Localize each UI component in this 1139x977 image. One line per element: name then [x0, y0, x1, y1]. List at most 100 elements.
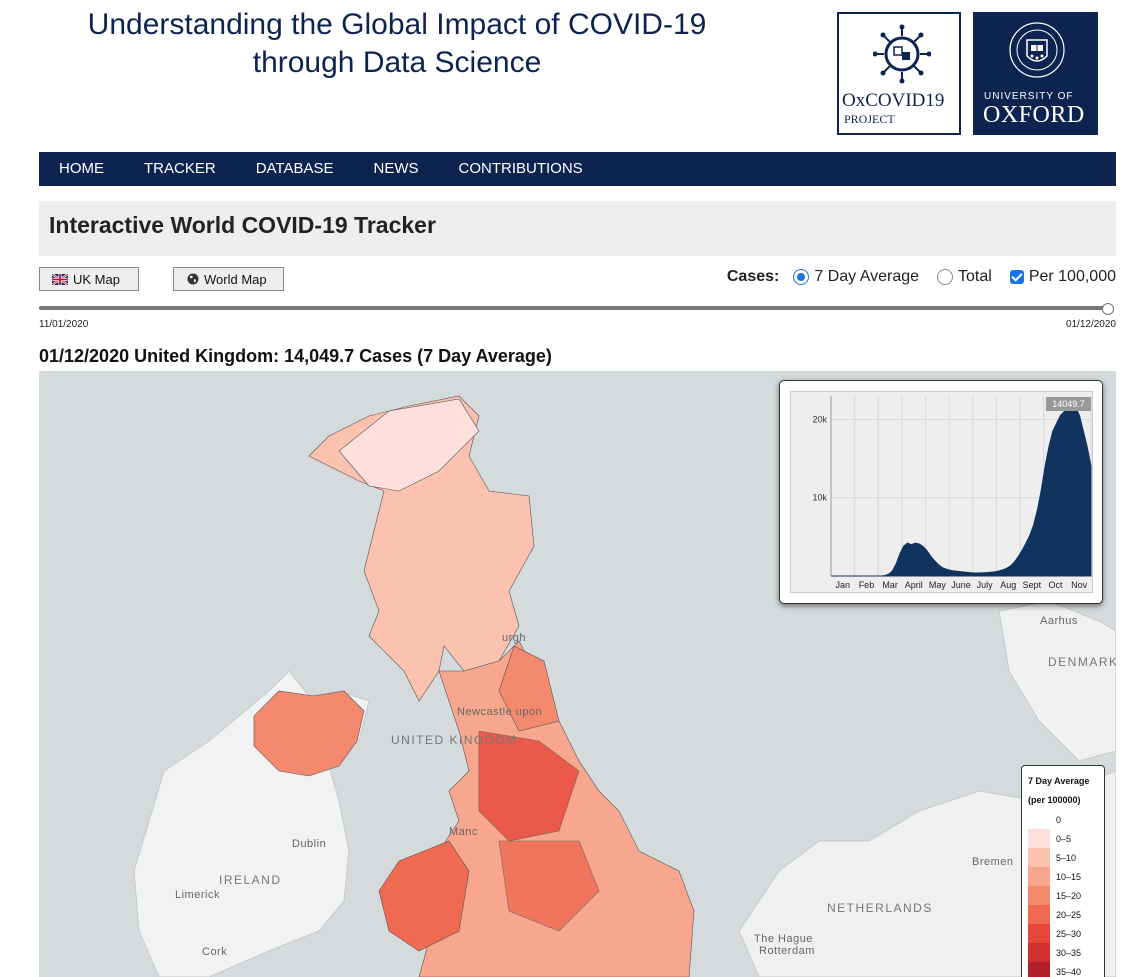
- legend-swatch: [1028, 867, 1050, 886]
- legend-label: 5–10: [1056, 852, 1077, 863]
- x-tick-label: Mar: [882, 580, 898, 590]
- oxcovid19-logo-name: OxCOVID19: [842, 90, 945, 111]
- map-label-rotterdam: Rotterdam: [759, 945, 815, 957]
- legend-swatch: [1028, 943, 1050, 962]
- nav-database[interactable]: DATABASE: [236, 152, 354, 186]
- legend-item: 0–5: [1028, 829, 1104, 848]
- site-title-line1: Understanding the Global Impact of COVID…: [87, 8, 707, 41]
- x-tick-label: Aug: [1000, 580, 1016, 590]
- map-label-cork: Cork: [202, 946, 228, 958]
- map-label-manchester: Manc: [449, 826, 478, 838]
- uk-map-button[interactable]: UK Map: [39, 267, 139, 291]
- legend-swatch: [1028, 905, 1050, 924]
- x-tick-label: July: [977, 580, 994, 590]
- page-heading-bar: Interactive World COVID-19 Tracker: [39, 201, 1116, 256]
- legend-item: 0: [1028, 810, 1104, 829]
- main-navbar: HOME TRACKER DATABASE NEWS CONTRIBUTIONS: [39, 152, 1116, 186]
- legend-item: 35–40: [1028, 962, 1104, 977]
- map-label-uk: UNITED KINGDOM: [391, 733, 518, 747]
- legend-label: 20–25: [1056, 909, 1082, 920]
- map-label-newcastle: Newcastle upon: [457, 706, 543, 718]
- legend-label: 0: [1056, 814, 1062, 825]
- radio-total[interactable]: [937, 269, 954, 285]
- slider-start-date: 11/01/2020: [39, 319, 89, 330]
- slider-end-date: 01/12/2020: [1065, 319, 1116, 330]
- x-tick-label: April: [905, 580, 923, 590]
- map-label-netherlands: NETHERLANDS: [827, 901, 933, 915]
- map-label-edinburgh: urgh: [502, 632, 527, 644]
- legend-label: 35–40: [1056, 966, 1082, 977]
- x-tick-label: Feb: [859, 580, 875, 590]
- oxford-crest-icon: [1009, 22, 1065, 78]
- x-tick-label: Jan: [836, 580, 851, 590]
- legend-item: 20–25: [1028, 905, 1104, 924]
- option-per-100000-label: Per 100,000: [1028, 268, 1116, 285]
- nav-contributions[interactable]: CONTRIBUTIONS: [439, 152, 603, 186]
- nav-news[interactable]: NEWS: [354, 152, 439, 186]
- legend-title-line1: 7 Day Average: [1028, 776, 1090, 786]
- x-tick-label: Oct: [1049, 580, 1064, 590]
- option-7-day-average-label: 7 Day Average: [814, 268, 920, 285]
- option-total-label: Total: [958, 268, 992, 285]
- legend-swatch: [1028, 924, 1050, 943]
- legend-rows: 0 0–5 5–10 10–15 15–20 20–25 25–30 30–35 35–40: [1028, 810, 1104, 977]
- cases-label: Cases:: [726, 268, 780, 285]
- uk-flag-icon: [52, 273, 68, 285]
- radio-7-day-average[interactable]: [793, 269, 810, 285]
- world-map-button[interactable]: World Map: [173, 267, 284, 291]
- oxcovid19-logo[interactable]: OxCOVID19 PROJECT: [837, 12, 961, 135]
- legend-label: 10–15: [1056, 871, 1082, 882]
- date-slider-track[interactable]: [39, 306, 1109, 310]
- cases-options: Cases: 7 Day Average Total Per 100,000: [727, 268, 1116, 286]
- option-total[interactable]: Total: [937, 268, 992, 286]
- legend-swatch: [1028, 962, 1050, 977]
- map-label-bremen: Bremen: [972, 856, 1014, 868]
- legend-item: 30–35: [1028, 943, 1104, 962]
- option-per-100000[interactable]: Per 100,000: [1009, 268, 1116, 286]
- map-title: 01/12/2020 United Kingdom: 14,049.7 Case…: [39, 346, 552, 366]
- legend-item: 5–10: [1028, 848, 1104, 867]
- site-title-line2: through Data Science: [252, 46, 542, 79]
- globe-icon: [187, 273, 199, 285]
- site-title: Understanding the Global Impact of COVID…: [40, 6, 754, 82]
- legend-label: 25–30: [1056, 928, 1082, 939]
- nav-tracker[interactable]: TRACKER: [124, 152, 236, 186]
- oxford-logo-name: OXFORD: [983, 102, 1085, 128]
- series-area: [831, 398, 1092, 577]
- oxford-logo-university-of: UNIVERSITY OF: [984, 91, 1074, 102]
- legend-swatch: [1028, 886, 1050, 905]
- map-legend: 7 Day Average (per 100000) 0 0–5 5–10 10–15…: [1021, 765, 1105, 977]
- oxcovid19-logo-project: PROJECT: [844, 112, 895, 126]
- map-label-limerick: Limerick: [175, 889, 220, 901]
- map-label-ireland: IRELAND: [219, 873, 282, 887]
- nav-home[interactable]: HOME: [39, 152, 124, 186]
- legend-label: 15–20: [1056, 890, 1082, 901]
- legend-item: 25–30: [1028, 924, 1104, 943]
- legend-swatch: [1028, 810, 1050, 829]
- oxford-logo[interactable]: UNIVERSITY OF OXFORD: [973, 12, 1098, 135]
- map-label-aarhus: Aarhus: [1040, 615, 1078, 627]
- page-title: Interactive World COVID-19 Tracker: [49, 212, 436, 238]
- legend-swatch: [1028, 848, 1050, 867]
- x-tick-label: Nov: [1071, 580, 1088, 590]
- legend-item: 15–20: [1028, 886, 1104, 905]
- uk-map-button-label: UK Map: [73, 271, 120, 287]
- x-tick-label: June: [951, 580, 971, 590]
- legend-title-line2: (per 100000): [1028, 795, 1081, 805]
- map-label-the-hague: The Hague: [754, 933, 813, 945]
- virus-icon: [873, 24, 931, 84]
- map-label-denmark: DENMARK: [1048, 655, 1116, 669]
- x-tick-label: May: [929, 580, 947, 590]
- legend-label: 30–35: [1056, 947, 1082, 958]
- y-tick-label: 20k: [812, 414, 827, 424]
- date-slider-thumb[interactable]: [1102, 303, 1114, 315]
- legend-swatch: [1028, 829, 1050, 848]
- trend-chart-popup: 10k 20k Jan Feb Mar April May June July Aug Sept Oc…: [779, 380, 1103, 604]
- checkbox-per-100000[interactable]: [1009, 270, 1024, 284]
- x-tick-label: Sept: [1023, 580, 1042, 590]
- world-map-button-label: World Map: [204, 271, 267, 287]
- option-7-day-average[interactable]: 7 Day Average: [793, 268, 919, 286]
- trend-chart-svg: 10k 20k Jan Feb Mar April May June July Aug Sept Oc…: [812, 396, 1092, 590]
- y-tick-label: 10k: [812, 493, 827, 503]
- map-label-dublin: Dublin: [292, 838, 327, 850]
